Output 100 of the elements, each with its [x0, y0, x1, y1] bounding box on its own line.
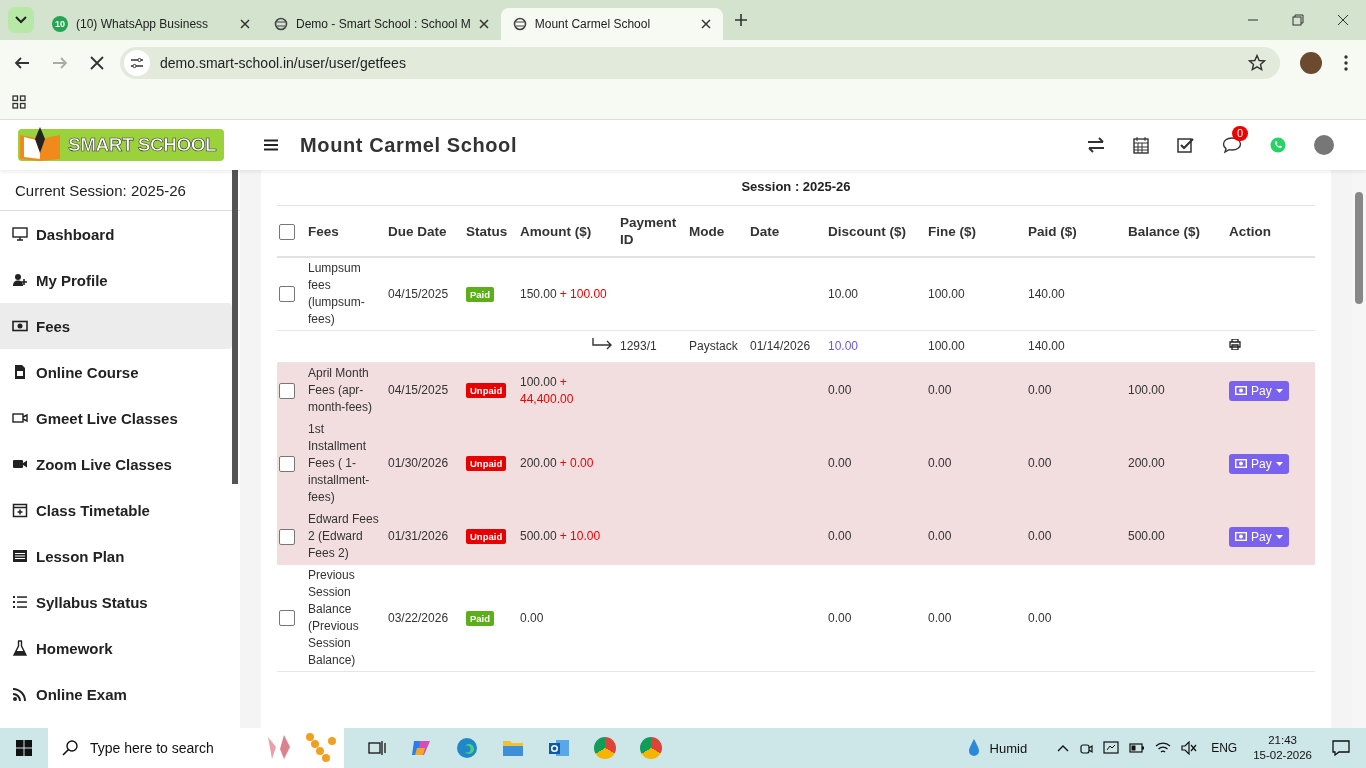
- edge-icon[interactable]: [456, 737, 478, 759]
- fine: 0.00: [928, 456, 952, 470]
- column-header: Payment ID: [620, 215, 677, 247]
- outlook-icon[interactable]: [548, 738, 570, 758]
- menu-icon[interactable]: [264, 139, 279, 151]
- muted-speaker-icon[interactable]: [1181, 741, 1198, 755]
- sidebar-item[interactable]: Zoom Live Classes: [0, 441, 232, 487]
- fee-name: Lumpsum fees (lumpsum-fees): [308, 260, 366, 328]
- row-checkbox[interactable]: [279, 382, 295, 399]
- pay-button[interactable]: Pay: [1229, 380, 1289, 401]
- close-icon[interactable]: [240, 19, 250, 29]
- caret-icon: [1275, 461, 1283, 466]
- weather-label[interactable]: Humid: [989, 740, 1028, 756]
- pay-button[interactable]: Pay: [1229, 526, 1289, 547]
- sidebar-item[interactable]: Online Exam: [0, 671, 232, 717]
- payment-date: 01/14/2026: [750, 339, 811, 353]
- column-header: Paid ($): [1028, 223, 1077, 239]
- close-icon[interactable]: [1337, 14, 1349, 26]
- swap-arrows-icon[interactable]: [1087, 137, 1105, 153]
- amount: 500.00 + 10.00: [520, 529, 601, 543]
- tab-title: (10) WhatsApp Business: [76, 17, 210, 31]
- screen-icon[interactable]: [1103, 741, 1120, 755]
- star-icon[interactable]: [1248, 53, 1266, 72]
- discount: 0.00: [828, 383, 852, 397]
- back-arrow-icon[interactable]: [14, 54, 30, 71]
- language-indicator[interactable]: ENG: [1211, 741, 1238, 755]
- restore-icon[interactable]: [1292, 14, 1304, 26]
- profile-avatar[interactable]: [1300, 51, 1322, 74]
- fine: 0.00: [928, 529, 952, 543]
- sidebar-item[interactable]: Syllabus Status: [0, 579, 232, 625]
- chrome-icon[interactable]: [640, 737, 662, 759]
- task-view-icon[interactable]: [368, 740, 386, 756]
- water-drop-icon: [967, 739, 980, 757]
- browser-tab[interactable]: 10 (10) WhatsApp Business: [40, 8, 262, 40]
- fine: 0.00: [928, 383, 952, 397]
- stop-icon[interactable]: [90, 55, 104, 70]
- sidebar-item[interactable]: Class Timetable: [0, 487, 232, 533]
- scrollbar-thumb[interactable]: [1355, 192, 1363, 304]
- row-checkbox[interactable]: [279, 610, 295, 627]
- session-heading: Session : 2025-26: [740, 178, 852, 196]
- pay-button[interactable]: Pay: [1229, 453, 1289, 474]
- fee-name: 1st Installment Fees ( 1-installment-fees): [308, 421, 371, 506]
- address-field[interactable]: demo.smart-school.in/user/user/getfees: [120, 46, 1280, 79]
- chrome-icon[interactable]: [594, 737, 616, 759]
- taskbar-search-field[interactable]: Type here to search: [48, 728, 344, 768]
- list-icon: [12, 548, 28, 564]
- browser-tab[interactable]: Demo - Smart School : School M: [262, 8, 501, 40]
- row-checkbox[interactable]: [279, 286, 295, 303]
- site-settings-icon[interactable]: [124, 49, 150, 76]
- more-menu-icon[interactable]: [1344, 54, 1348, 71]
- meet-now-icon[interactable]: [1079, 741, 1094, 755]
- monitor-icon: [12, 226, 28, 242]
- discount: 0.00: [828, 610, 852, 625]
- globe-icon: [274, 17, 288, 31]
- apps-grid-icon[interactable]: [12, 95, 26, 109]
- sidebar-item[interactable]: Gmeet Live Classes: [0, 395, 232, 441]
- status-badge: Unpaid: [466, 383, 507, 398]
- notification-icon[interactable]: [1332, 740, 1350, 756]
- chat-bubble-icon[interactable]: [1222, 136, 1242, 154]
- print-icon[interactable]: [1229, 339, 1241, 350]
- sidebar-item[interactable]: My Profile: [0, 257, 232, 303]
- browser-tab[interactable]: Mount Carmel School: [500, 8, 723, 40]
- checked-task-icon[interactable]: [1177, 136, 1194, 154]
- user-avatar[interactable]: [1314, 135, 1334, 155]
- bullet-list-icon: [12, 594, 28, 610]
- new-tab-icon[interactable]: [734, 14, 747, 26]
- banknote-icon: [1235, 532, 1247, 541]
- row-checkbox[interactable]: [279, 528, 295, 545]
- notification-badge: 0: [1232, 126, 1249, 141]
- folder-icon[interactable]: [502, 738, 524, 758]
- sidebar-item[interactable]: Homework: [0, 625, 232, 671]
- column-header: Balance ($): [1128, 223, 1201, 239]
- tab-title: Mount Carmel School: [534, 17, 652, 31]
- clock-date[interactable]: 15-02-2026: [1253, 748, 1312, 763]
- close-icon[interactable]: [700, 19, 711, 29]
- column-header: Discount ($): [828, 223, 906, 239]
- calendar-icon[interactable]: [1133, 136, 1149, 154]
- banknote-icon: [1235, 459, 1247, 468]
- video-camera-icon: [12, 410, 28, 426]
- sidebar-item[interactable]: Online Course: [0, 349, 232, 395]
- caret-icon: [1275, 534, 1283, 539]
- battery-icon[interactable]: [1129, 742, 1146, 754]
- paid: 0.00: [1028, 529, 1052, 543]
- row-checkbox[interactable]: [279, 455, 295, 472]
- discount: 10.00: [828, 286, 859, 301]
- clock-time[interactable]: 21:43: [1268, 733, 1297, 748]
- scrollbar-thumb[interactable]: [232, 170, 238, 484]
- close-icon[interactable]: [478, 19, 489, 29]
- select-all-checkbox[interactable]: [279, 223, 295, 240]
- due-date: 01/30/2026: [388, 456, 449, 470]
- tab-search-button[interactable]: [8, 7, 34, 33]
- windows-logo-icon[interactable]: [16, 740, 32, 756]
- fine: 0.00: [928, 610, 952, 625]
- sidebar-item[interactable]: Dashboard: [0, 211, 232, 257]
- fine: 100.00: [928, 339, 965, 353]
- wifi-icon[interactable]: [1155, 741, 1172, 755]
- sidebar-item[interactable]: Fees: [0, 303, 232, 349]
- school-name: Mount Carmel School: [300, 133, 518, 157]
- chevron-up-icon[interactable]: [1057, 744, 1070, 752]
- sidebar-item[interactable]: Lesson Plan: [0, 533, 232, 579]
